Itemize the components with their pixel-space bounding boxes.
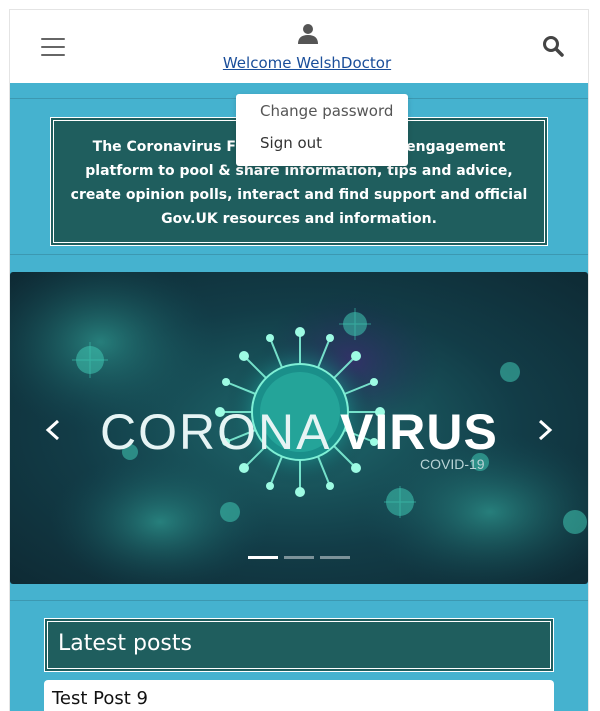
sign-out-menu-item[interactable]: Sign out [260,134,322,152]
divider [10,600,588,601]
hamburger-menu-icon[interactable] [41,37,65,57]
slide-heading-light: CORONA [100,404,331,460]
coronavirus-slide-image: CORONA VIRUS COVID-19 [10,272,588,584]
carousel-prev-arrow-icon[interactable] [43,418,63,442]
slide-subheading: COVID-19 [420,456,485,472]
carousel-next-arrow-icon[interactable] [535,418,555,442]
welcome-user-link[interactable]: Welcome WelshDoctor [160,54,454,72]
page-frame: Welcome WelshDoctor The Coronavirus Foru… [9,9,589,711]
slide-heading-bold: VIRUS [340,404,498,460]
user-dropdown-menu: Change password Sign out [236,94,408,166]
user-icon [298,24,318,44]
carousel-indicator-1[interactable] [248,556,278,559]
post-card[interactable]: Test Post 9 [44,680,554,711]
post-title[interactable]: Test Post 9 [52,688,148,709]
divider [10,254,588,255]
image-carousel: CORONA VIRUS COVID-19 [10,272,588,584]
carousel-indicator-2[interactable] [284,556,314,559]
top-navbar: Welcome WelshDoctor [10,10,588,83]
latest-posts-title: Latest posts [47,621,551,669]
search-icon[interactable] [542,35,564,57]
latest-posts-header: Latest posts [44,618,554,672]
carousel-indicator-3[interactable] [320,556,350,559]
change-password-menu-item[interactable]: Change password [260,102,393,120]
